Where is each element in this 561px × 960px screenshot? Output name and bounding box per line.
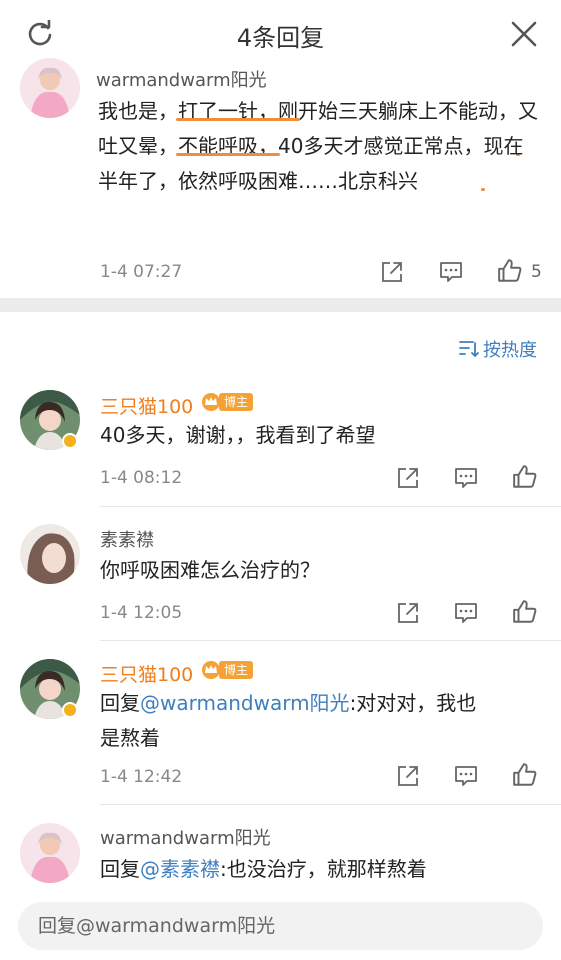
blogger-badge: 博主	[201, 392, 254, 412]
highlighted-text: 打了一针，	[178, 99, 278, 123]
reply-content: 回复@warmandwarm阳光:对对对，我也 是熬着	[100, 686, 540, 756]
mention-link[interactable]: @素素襟	[140, 857, 220, 881]
reply-text: :对对对，我也	[349, 691, 477, 715]
like-icon[interactable]	[512, 464, 538, 490]
reply-content: 回复@素素襟:也没治疗，就那样熬着	[100, 852, 540, 887]
highlighted-text: 不能呼吸，	[178, 134, 278, 158]
reply-separator	[100, 506, 561, 507]
reply-separator	[100, 640, 561, 641]
close-icon[interactable]	[511, 21, 537, 47]
section-divider	[0, 298, 561, 312]
reply-input[interactable]: 回复@warmandwarm阳光	[18, 902, 543, 950]
reply-prefix: 回复	[100, 857, 140, 881]
reply-username[interactable]: 素素襟	[100, 526, 154, 552]
reply-username[interactable]: 三只猫100	[100, 660, 193, 687]
page-title: 4条回复	[236, 24, 325, 52]
post-content-part: ……北京科兴	[298, 169, 418, 193]
post-username[interactable]: warmandwarm阳光	[96, 66, 267, 92]
avatar[interactable]	[20, 524, 80, 584]
comment-icon[interactable]	[454, 601, 478, 625]
comment-icon[interactable]	[454, 764, 478, 788]
like-icon[interactable]	[497, 258, 523, 284]
share-icon[interactable]	[396, 764, 420, 788]
highlighted-text: 刚	[278, 99, 298, 123]
reply-timestamp: 1-4 12:42	[100, 767, 183, 787]
reply-timestamp: 1-4 08:12	[100, 468, 183, 488]
mention-link[interactable]: @warmandwarm阳光	[140, 691, 350, 715]
like-count: 5	[531, 262, 542, 282]
blogger-badge: 博主	[201, 660, 254, 680]
share-icon[interactable]	[396, 466, 420, 490]
reply-content: 40多天，谢谢，，我看到了希望	[100, 423, 376, 447]
crown-icon	[202, 661, 220, 679]
verified-icon	[62, 433, 78, 449]
reply-username[interactable]: 三只猫100	[100, 392, 193, 419]
like-icon[interactable]	[512, 762, 538, 788]
reply-text: 是熬着	[100, 726, 160, 750]
crown-icon	[202, 393, 220, 411]
reply-separator	[100, 804, 561, 805]
reply-username[interactable]: warmandwarm阳光	[100, 824, 271, 850]
post-content-part: 40多天才感觉正常点，	[278, 134, 484, 158]
share-icon[interactable]	[380, 260, 404, 284]
post-content-part: 我也是，	[98, 99, 178, 123]
reply-text: :也没治疗，就那样熬着	[220, 857, 427, 881]
comment-icon[interactable]	[439, 260, 463, 284]
badge-label: 博主	[219, 661, 254, 679]
post-content-part: 开始三天躺床上不能动，	[298, 99, 518, 123]
sort-by-hot-button[interactable]: 按热度	[459, 336, 537, 362]
avatar[interactable]	[20, 58, 80, 118]
like-icon[interactable]	[512, 599, 538, 625]
parent-comment: warmandwarm阳光 我也是，打了一针，刚开始三天躺床上不能动，又吐又晕，…	[0, 58, 561, 298]
reply-content: 你呼吸困难怎么治疗的？	[100, 558, 320, 582]
post-timestamp: 1-4 07:27	[100, 262, 183, 282]
sort-label: 按热度	[483, 340, 537, 361]
share-icon[interactable]	[396, 601, 420, 625]
post-content: 我也是，打了一针，刚开始三天躺床上不能动，又吐又晕，不能呼吸，40多天才感觉正常…	[98, 94, 538, 199]
reply-prefix: 回复	[100, 691, 140, 715]
avatar[interactable]	[20, 823, 80, 883]
sort-icon	[459, 341, 479, 358]
verified-icon	[62, 702, 78, 718]
comment-icon[interactable]	[454, 466, 478, 490]
reply-timestamp: 1-4 12:05	[100, 603, 183, 623]
badge-label: 博主	[219, 393, 254, 411]
